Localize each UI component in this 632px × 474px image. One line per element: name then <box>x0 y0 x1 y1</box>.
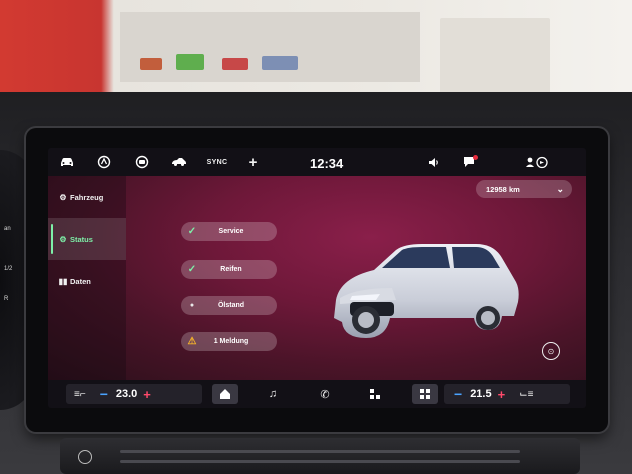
car-settings-icon: ⚙ <box>59 192 67 202</box>
main-content: ⚙ Fahrzeug ⚙ Status ▮▮ Daten 12958 km ⌄ … <box>48 176 586 380</box>
background-object <box>176 54 204 70</box>
menu-grid-icon[interactable] <box>412 384 438 404</box>
sidebar-item-status[interactable]: ⚙ Status <box>48 218 126 260</box>
home-icon[interactable] <box>212 384 238 404</box>
temp-left-decrease-button[interactable]: − <box>100 386 108 402</box>
temp-right-decrease-button[interactable]: − <box>454 386 462 402</box>
status-item-meldung[interactable]: ⚠ 1 Meldung <box>181 332 277 351</box>
background-shelf <box>120 12 420 82</box>
chevron-down-icon: ⌄ <box>556 183 564 194</box>
sidebar-item-label: Fahrzeug <box>70 192 104 202</box>
vent-slot <box>120 460 520 463</box>
sidebar: ⚙ Fahrzeug ⚙ Status ▮▮ Daten <box>48 176 126 380</box>
background-shelf <box>440 18 550 96</box>
car-view-icon[interactable]: ⊙ <box>542 342 560 360</box>
status-item-label: Service <box>218 228 244 235</box>
voice-nav-icon[interactable] <box>524 153 550 171</box>
temp-left-value: 23.0 <box>115 388 138 400</box>
odometer-dropdown[interactable]: 12958 km ⌄ <box>476 180 572 198</box>
top-bar: SYNC + 12:34 <box>48 148 586 176</box>
car-icon[interactable] <box>56 153 78 171</box>
car-side-icon[interactable] <box>170 153 188 171</box>
sidebar-item-label: Status <box>70 234 93 244</box>
status-item-label: 1 Meldung <box>213 338 249 345</box>
cluster-glyph: R <box>4 296 9 302</box>
seat-heating-icon[interactable]: ≡⌐ <box>74 389 86 400</box>
status-item-label: Reifen <box>220 266 242 273</box>
climate-left: ≡⌐ − 23.0 + <box>66 384 202 404</box>
air-vent <box>60 438 580 474</box>
data-icon: ▮▮ <box>58 276 68 286</box>
cluster-glyph: an <box>4 226 11 232</box>
power-button[interactable] <box>78 450 92 464</box>
volume-icon[interactable] <box>426 153 442 171</box>
temp-right-value: 21.5 <box>470 388 492 400</box>
check-icon: ✓ <box>187 226 197 237</box>
seat-heating-right-icon[interactable]: ⌙≡ <box>519 389 533 400</box>
car-image <box>334 244 519 338</box>
background-object <box>262 56 298 70</box>
sidebar-item-label: Daten <box>70 276 91 286</box>
sidebar-item-daten[interactable]: ▮▮ Daten <box>48 260 126 302</box>
vent-slot <box>120 450 520 453</box>
temp-left-increase-button[interactable]: + <box>143 387 151 402</box>
sidebar-item-fahrzeug[interactable]: ⚙ Fahrzeug <box>48 176 126 218</box>
clock: 12:34 <box>310 156 344 171</box>
plus-icon[interactable]: + <box>246 153 260 171</box>
climate-right: − 21.5 + ⌙≡ <box>444 384 570 404</box>
status-item-label: Ölstand <box>217 302 245 309</box>
check-icon: ✓ <box>187 264 197 275</box>
camera-icon[interactable] <box>134 153 150 171</box>
cluster-glyph: 1/2 <box>4 266 13 272</box>
driver-assist-icon[interactable] <box>96 153 112 171</box>
apps-icon[interactable] <box>362 384 388 404</box>
background-object <box>222 58 248 70</box>
phone-icon[interactable]: ✆ <box>312 384 338 404</box>
warning-icon: ⚠ <box>187 336 197 347</box>
status-item-reifen[interactable]: ✓ Reifen <box>181 260 277 279</box>
notification-badge <box>473 155 478 160</box>
infotainment-screen: SYNC + 12:34 ⚙ Fahrzeug ⚙ Status ▮▮ Date… <box>48 148 586 408</box>
status-item-service[interactable]: ✓ Service <box>181 222 277 241</box>
dot-icon: ● <box>189 302 195 309</box>
music-icon[interactable]: ♫ <box>260 384 286 404</box>
background-object <box>140 58 162 70</box>
temp-right-increase-button[interactable]: + <box>498 387 506 402</box>
odometer-value: 12958 km <box>486 184 520 194</box>
status-icon: ⚙ <box>59 234 67 244</box>
sync-icon[interactable]: SYNC <box>206 153 228 171</box>
bottom-bar: ≡⌐ − 23.0 + ♫ ✆ − 21.5 + ⌙≡ <box>48 380 586 408</box>
status-item-olstand[interactable]: ● Ölstand <box>181 296 277 315</box>
